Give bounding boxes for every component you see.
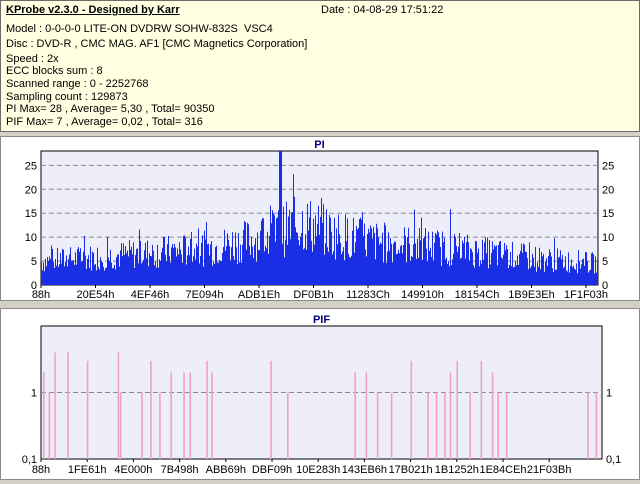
pif-x-tick-label-2: 4E000h bbox=[114, 464, 152, 476]
pif-x-tick-label-8: 17B021h bbox=[389, 464, 433, 476]
pi-chart: PI0 05 510 1015 1520 2025 2588h 20E54h 4EF46h 7E0… bbox=[25, 139, 615, 301]
pi-y-tick-left-2: 10 bbox=[25, 232, 37, 244]
pif-chart: PIF0,1 0,11 188h 1FE61h 4E000h 7B498h ABB69h DB… bbox=[22, 314, 622, 476]
pi-y-tick-right-2: 10 bbox=[602, 232, 614, 244]
pif-chart-title: PIF bbox=[313, 314, 330, 326]
pi-y-tick-left-1: 5 bbox=[31, 256, 37, 268]
pi-x-tick-label-7: 149910h bbox=[401, 289, 444, 300]
info-pi: PI Max= 28 , Average= 5,30 , Total= 9035… bbox=[6, 103, 215, 115]
pif-x-tick-label-1: 1FE61h bbox=[68, 464, 107, 476]
info-ecc: ECC blocks sum : 8 bbox=[6, 65, 103, 77]
pi-y-tick-left-4: 20 bbox=[25, 184, 37, 196]
pi-x-tick-label-8: 18154Ch bbox=[455, 289, 500, 300]
pi-x-tick-label-0: 88h bbox=[32, 289, 50, 300]
pi-y-tick-left-5: 25 bbox=[25, 160, 37, 172]
pif-y-tick-right-1: 1 bbox=[606, 388, 612, 400]
pi-x-tick-label-4: ADB1Eh bbox=[238, 289, 280, 300]
pif-x-tick-label-9: 1B1252h bbox=[435, 464, 479, 476]
info-model: Model : 0-0-0-0 LITE-ON DVDRW SOHW-832S … bbox=[6, 23, 273, 35]
pi-chart-panel: PI 0 0 5 5 10 10 15 15 20 20 25 25 88h 20E54h 4EF46h 7E0… bbox=[0, 136, 640, 301]
scan-date: Date : 04-08-29 17:51:22 bbox=[321, 4, 444, 16]
info-range: Scanned range : 0 - 2252768 bbox=[6, 78, 149, 90]
pif-chart-panel: PIF 0,1 0,1 1 1 88h 1FE61h 4E000h 7B498h ABB69h DB… bbox=[0, 308, 640, 480]
pif-x-tick-label-3: 7B498h bbox=[161, 464, 199, 476]
pif-x-tick-label-10: 1E84CEh bbox=[479, 464, 526, 476]
pi-x-tick-label-5: DF0B1h bbox=[293, 289, 333, 300]
pif-x-tick-label-4: ABB69h bbox=[206, 464, 246, 476]
pif-x-tick-label-6: 10E283h bbox=[296, 464, 340, 476]
pi-chart-title: PI bbox=[314, 139, 324, 151]
pi-x-tick-label-6: 11283Ch bbox=[346, 289, 390, 300]
pi-x-tick-label-1: 20E54h bbox=[77, 289, 115, 300]
app-title: KProbe v2.3.0 - Designed by Karr bbox=[6, 4, 180, 16]
info-disc: Disc : DVD-R , CMC MAG. AF1 [CMC Magneti… bbox=[6, 38, 308, 50]
pi-y-tick-left-3: 15 bbox=[25, 208, 37, 220]
pif-x-tick-label-7: 143EB6h bbox=[342, 464, 387, 476]
pi-x-tick-label-10: 1F1F03h bbox=[564, 289, 608, 300]
info-panel: KProbe v2.3.0 - Designed by Karr Date : … bbox=[0, 0, 640, 132]
pi-y-tick-right-5: 25 bbox=[602, 160, 614, 172]
pi-x-tick-label-3: 7E094h bbox=[186, 289, 224, 300]
pif-y-tick-left-1: 1 bbox=[31, 388, 37, 400]
pif-x-tick-label-0: 88h bbox=[32, 464, 50, 476]
pi-x-tick-label-9: 1B9E3Eh bbox=[508, 289, 554, 300]
pif-x-tick-label-5: DBF09h bbox=[252, 464, 292, 476]
pi-y-tick-right-3: 15 bbox=[602, 208, 614, 220]
pif-x-tick-label-11: 21F03Bh bbox=[527, 464, 572, 476]
pif-y-tick-right-0: 0,1 bbox=[606, 454, 621, 466]
pi-y-tick-right-1: 5 bbox=[602, 256, 608, 268]
info-pif: PIF Max= 7 , Average= 0,02 , Total= 316 bbox=[6, 116, 203, 128]
pi-y-tick-right-4: 20 bbox=[602, 184, 614, 196]
pi-x-tick-label-2: 4EF46h bbox=[131, 289, 170, 300]
